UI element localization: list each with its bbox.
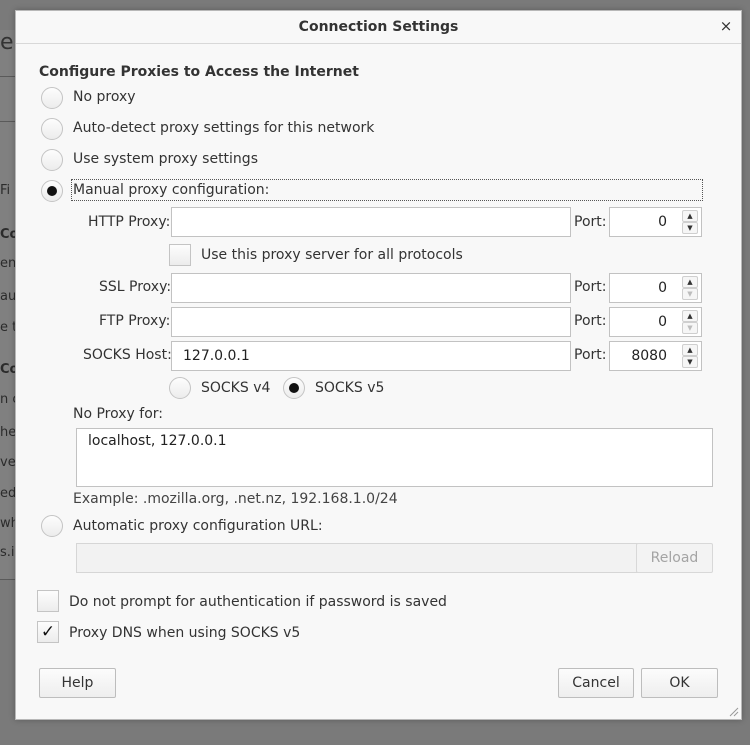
ssl-port-label: Port:: [574, 279, 607, 295]
no-auth-prompt-label[interactable]: Do not prompt for authentication if pass…: [69, 594, 447, 610]
background-text: he: [0, 425, 15, 440]
http-proxy-input[interactable]: [171, 207, 571, 237]
spin-down-icon[interactable]: ▼: [682, 288, 698, 300]
spin-up-icon[interactable]: ▲: [682, 276, 698, 288]
background-text: aut: [0, 289, 15, 304]
ssl-port-spinner[interactable]: 0 ▲ ▼: [609, 273, 702, 303]
background-text: wha: [0, 516, 15, 531]
ok-button[interactable]: OK: [641, 668, 718, 698]
auto-detect-radio[interactable]: [41, 118, 63, 140]
ssl-proxy-label: SSL Proxy:: [99, 279, 172, 295]
ssl-proxy-input[interactable]: [171, 273, 571, 303]
no-proxy-for-label: No Proxy for:: [73, 406, 164, 422]
section-heading: Configure Proxies to Access the Internet: [39, 64, 359, 80]
ssl-port-value: 0: [658, 280, 667, 296]
spin-down-icon[interactable]: ▼: [682, 356, 698, 368]
spin-up-icon[interactable]: ▲: [682, 344, 698, 356]
manual-proxy-label[interactable]: Manual proxy configuration:: [73, 182, 269, 198]
no-proxy-example: Example: .mozilla.org, .net.nz, 192.168.…: [73, 491, 398, 507]
spin-down-icon[interactable]: ▼: [682, 222, 698, 234]
no-proxy-radio[interactable]: [41, 87, 63, 109]
system-proxy-radio[interactable]: [41, 149, 63, 171]
background-divider: [0, 579, 15, 580]
help-button[interactable]: Help: [39, 668, 116, 698]
socks-v5-label[interactable]: SOCKS v5: [315, 380, 384, 396]
ftp-port-label: Port:: [574, 313, 607, 329]
dialog-title: Connection Settings: [298, 19, 459, 35]
no-auth-prompt-checkbox[interactable]: [37, 590, 59, 612]
cancel-button[interactable]: Cancel: [558, 668, 634, 698]
background-text: n c: [0, 392, 15, 407]
use-for-all-label[interactable]: Use this proxy server for all protocols: [201, 247, 463, 263]
reload-button[interactable]: Reload: [636, 543, 713, 573]
spin-up-icon[interactable]: ▲: [682, 310, 698, 322]
background-text: s.i: [0, 545, 15, 560]
resize-grip-icon[interactable]: [727, 705, 739, 717]
auto-url-input[interactable]: [76, 543, 638, 573]
http-port-label: Port:: [574, 214, 607, 230]
auto-detect-label[interactable]: Auto-detect proxy settings for this netw…: [73, 120, 374, 136]
background-text: Co: [0, 227, 15, 242]
background-text: e: [0, 30, 14, 55]
proxy-dns-checkbox[interactable]: ✓: [37, 621, 59, 643]
spin-up-icon[interactable]: ▲: [682, 210, 698, 222]
ftp-port-spinner[interactable]: 0 ▲ ▼: [609, 307, 702, 337]
http-proxy-label: HTTP Proxy:: [88, 214, 171, 230]
use-for-all-checkbox[interactable]: [169, 244, 191, 266]
socks-host-label: SOCKS Host:: [83, 347, 172, 363]
ftp-port-value: 0: [658, 314, 667, 330]
socks-port-spinner[interactable]: 8080 ▲ ▼: [609, 341, 702, 371]
http-port-spinner[interactable]: 0 ▲ ▼: [609, 207, 702, 237]
socks-v5-radio[interactable]: [283, 377, 305, 399]
socks-port-label: Port:: [574, 347, 607, 363]
socks-v4-label[interactable]: SOCKS v4: [201, 380, 270, 396]
connection-settings-dialog: Connection Settings × Configure Proxies …: [15, 10, 742, 720]
auto-url-radio[interactable]: [41, 515, 63, 537]
background-text: Fi: [0, 183, 11, 198]
ftp-proxy-label: FTP Proxy:: [99, 313, 171, 329]
dialog-titlebar: Connection Settings ×: [16, 11, 741, 44]
socks-port-value: 8080: [631, 348, 667, 364]
background-text: ent: [0, 256, 15, 271]
background-divider: [0, 76, 15, 77]
manual-proxy-radio[interactable]: [41, 180, 63, 202]
http-port-value: 0: [658, 214, 667, 230]
no-proxy-label[interactable]: No proxy: [73, 89, 136, 105]
no-proxy-for-textarea[interactable]: localhost, 127.0.0.1: [76, 428, 713, 487]
proxy-dns-label[interactable]: Proxy DNS when using SOCKS v5: [69, 625, 300, 641]
spin-down-icon[interactable]: ▼: [682, 322, 698, 334]
background-text: Co: [0, 362, 15, 377]
background-text: ve: [0, 455, 15, 470]
background-text: e t: [0, 320, 15, 335]
socks-v4-radio[interactable]: [169, 377, 191, 399]
close-button[interactable]: ×: [717, 17, 735, 35]
system-proxy-label[interactable]: Use system proxy settings: [73, 151, 258, 167]
ftp-proxy-input[interactable]: [171, 307, 571, 337]
background-text: edi: [0, 486, 15, 501]
background-divider: [0, 121, 15, 122]
auto-url-label[interactable]: Automatic proxy configuration URL:: [73, 518, 323, 534]
socks-host-input[interactable]: 127.0.0.1: [171, 341, 571, 371]
